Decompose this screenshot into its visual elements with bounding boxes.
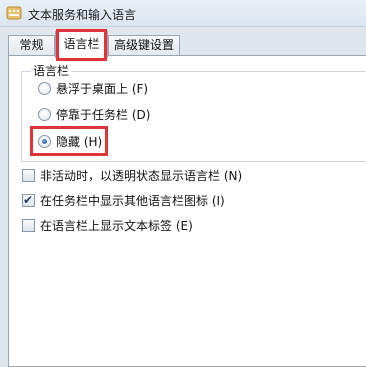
checkbox-label: 在任务栏中显示其他语言栏图标 (I) (40, 194, 225, 208)
window-title: 文本服务和输入语言 (28, 8, 137, 22)
checkbox[interactable] (22, 219, 35, 232)
checkbox-label: 在语言栏上显示文本标签 (E) (40, 219, 193, 233)
groupbox-legend: 语言栏 (31, 64, 72, 78)
title-bar: 文本服务和输入语言 (0, 0, 366, 27)
radio-button[interactable] (38, 108, 51, 121)
tab-general[interactable]: 常规 (8, 35, 55, 55)
radio-button-selected[interactable] (38, 135, 51, 148)
keyboard-settings-icon (6, 6, 22, 20)
radio-label: 隐藏 (H) (56, 135, 103, 149)
tab-language-bar[interactable]: 语言栏 (55, 31, 108, 58)
checkbox-checked[interactable]: ✔ (22, 193, 35, 207)
radio-label: 停靠于任务栏 (D) (56, 108, 151, 122)
checkmark-icon: ✔ (23, 193, 34, 207)
radio-button[interactable] (38, 82, 51, 95)
checkbox-label: 非活动时，以透明状态显示语言栏 (N) (40, 169, 243, 183)
checkbox[interactable] (22, 169, 35, 182)
tab-advanced-key-settings[interactable]: 高级键设置 (108, 35, 180, 55)
radio-label: 悬浮于桌面上 (F) (56, 82, 149, 96)
